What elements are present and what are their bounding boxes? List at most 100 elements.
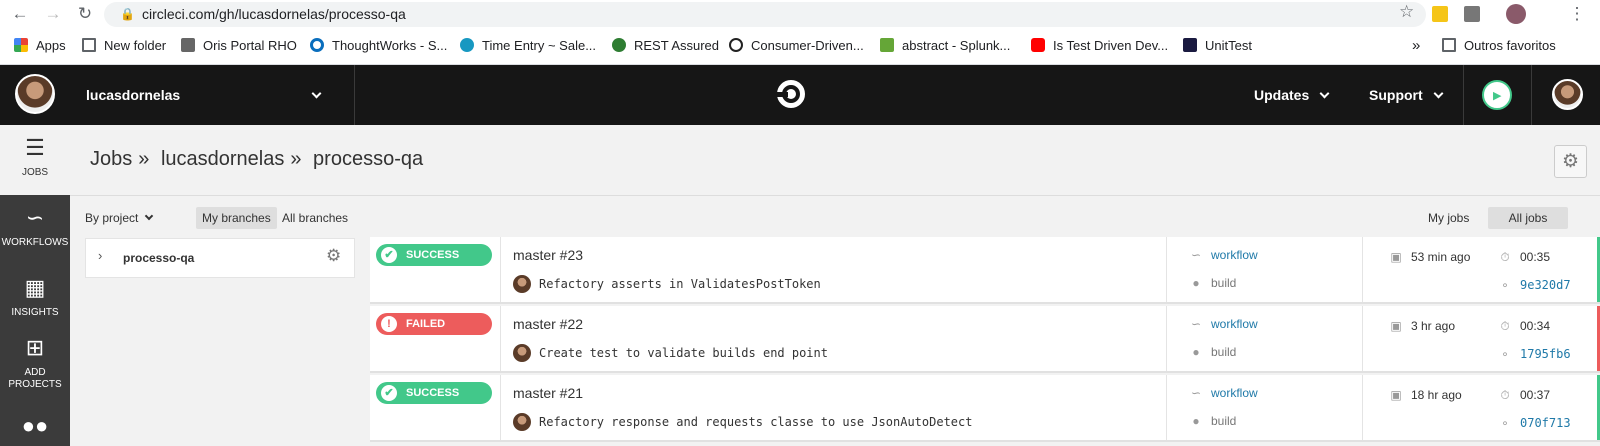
breadcrumb: Jobs» lucasdornelas» processo-qa [90,148,424,170]
bookmark-splunk[interactable]: abstract - Splunk... [880,37,1010,55]
calendar-icon: ▣ [1390,250,1402,264]
commit-hash-link[interactable]: ∘ 9e320d7 [1498,278,1570,292]
chevron-down-icon [1433,88,1444,99]
bookmark-apps[interactable]: Apps [14,37,66,55]
project-gear-icon[interactable]: ⚙ [326,246,341,266]
build-status-icon[interactable]: ▶ [1482,80,1512,110]
salesforce-icon [460,38,474,52]
alert-icon: ! [381,316,397,332]
divider [354,65,355,125]
qr-extension-icon[interactable] [1464,6,1480,22]
breadcrumb-org[interactable]: lucasdornelas [161,148,284,170]
chevron-down-icon [1319,88,1330,99]
user-avatar[interactable] [1552,79,1583,110]
add-projects-icon: ⊞ [25,335,45,360]
breadcrumb-project[interactable]: processo-qa [313,148,423,170]
status-badge[interactable]: ✔ SUCCESS [376,382,492,404]
org-avatar[interactable] [15,74,55,114]
job-title[interactable]: master #23 [513,247,583,263]
updates-menu[interactable]: Updates [1254,65,1330,125]
divider [70,195,1600,196]
bookmark-rest-assured[interactable]: REST Assured [612,37,719,55]
status-badge[interactable]: ! FAILED [376,313,492,335]
project-settings-gear-icon[interactable]: ⚙ [1554,145,1587,178]
job-duration: ⏱ 00:37 [1498,388,1550,403]
folder-icon [82,38,96,52]
project-list-item[interactable]: › processo-qa ⚙ [85,238,355,278]
org-switcher[interactable]: lucasdornelas [86,65,180,125]
workflow-icon: ∽ [1190,317,1202,331]
sidebar-item-workflows[interactable]: ∽ WORKFLOWS [0,207,70,249]
splunk-icon [880,38,894,52]
lock-icon: 🔒 [120,7,135,21]
my-branches-toggle[interactable]: My branches [196,207,277,229]
job-dot-icon: ● [1192,414,1200,428]
job-name: ● build [1189,345,1236,359]
workflow-icon: ∽ [1190,386,1202,400]
job-row[interactable]: ✔ SUCCESS master #21 Refactory response a… [370,375,1600,442]
sidebar: ☰ JOBS ∽ WORKFLOWS ▦ INSIGHTS ⊞ ADD PROJ… [0,125,70,446]
calendar-icon: ▣ [1390,319,1402,333]
commit-icon: ∘ [1501,347,1509,361]
divider [1531,65,1532,125]
bookmark-time-entry[interactable]: Time Entry ~ Sale... [460,37,596,55]
chevron-down-icon [145,211,154,221]
bookmarks-overflow[interactable]: » [1412,37,1420,55]
profile-avatar[interactable] [1506,4,1526,24]
job-title[interactable]: master #21 [513,385,583,401]
support-menu[interactable]: Support [1369,65,1444,125]
url-bar[interactable]: 🔒 circleci.com/gh/lucasdornelas/processo… [104,2,1426,27]
bookmark-tdd[interactable]: Is Test Driven Dev... [1031,37,1168,55]
bookmarks-bar: Apps New folder Oris Portal RHO ThoughtW… [0,28,1600,65]
forward-icon[interactable]: → [42,3,64,25]
bookmark-unittest[interactable]: UnitTest [1183,37,1252,55]
job-duration: ⏱ 00:35 [1498,250,1550,265]
my-jobs-toggle[interactable]: My jobs [1422,207,1475,229]
commit-message: Refactory response and requests classe t… [513,413,972,431]
commit-hash-link[interactable]: ∘ 1795fb6 [1498,347,1570,361]
bookmark-star-icon[interactable]: ☆ [1399,2,1414,22]
calendar-icon: ▣ [1390,388,1402,402]
bookmark-oris[interactable]: Oris Portal RHO [181,37,297,55]
author-avatar [513,344,531,362]
sidebar-item-insights[interactable]: ▦ INSIGHTS [0,277,70,319]
job-row[interactable]: ! FAILED master #22 Create test to valida… [370,306,1600,373]
chevron-right-icon[interactable]: › [98,248,102,263]
commit-hash-link[interactable]: ∘ 070f713 [1498,416,1570,430]
bookmark-other-favorites[interactable]: Outros favoritos [1442,37,1556,55]
browser-toolbar: ← → ↻ 🔒 circleci.com/gh/lucasdornelas/pr… [0,0,1600,28]
org-dropdown-chevron-icon[interactable] [311,65,333,125]
bookmark-new-folder[interactable]: New folder [82,37,166,55]
folder-icon [1442,38,1456,52]
workflow-link[interactable]: ∽ workflow [1189,317,1258,331]
job-row[interactable]: ✔ SUCCESS master #23 Refactory asserts in… [370,237,1600,304]
workflow-icon: ∽ [1190,248,1202,262]
sidebar-item-add-projects[interactable]: ⊞ ADD PROJECTS [0,337,70,391]
by-project-dropdown[interactable]: By project [79,207,158,229]
author-avatar [513,413,531,431]
job-title[interactable]: master #22 [513,316,583,332]
all-jobs-toggle[interactable]: All jobs [1488,207,1568,229]
sidebar-item-jobs[interactable]: ☰ JOBS [0,125,70,195]
app-header: lucasdornelas Updates Support ▶ [0,65,1600,125]
bookmark-thoughtworks[interactable]: ThoughtWorks - S... [310,37,447,55]
workflows-icon: ∽ [25,205,45,230]
divider [1463,65,1464,125]
circleci-logo[interactable] [776,80,805,108]
workflow-link[interactable]: ∽ workflow [1189,248,1258,262]
status-badge[interactable]: ✔ SUCCESS [376,244,492,266]
breadcrumb-jobs[interactable]: Jobs [90,148,132,170]
bookmark-consumer-driven[interactable]: Consumer-Driven... [729,37,864,55]
project-name[interactable]: processo-qa [123,251,194,265]
menu-icon[interactable]: ⋮ [1566,3,1588,25]
reload-icon[interactable]: ↻ [74,3,96,25]
rest-assured-icon [612,38,626,52]
job-name: ● build [1189,414,1236,428]
commit-icon: ∘ [1501,416,1509,430]
insights-icon: ▦ [24,275,46,300]
all-branches-toggle[interactable]: All branches [276,207,354,229]
back-icon[interactable]: ← [9,3,31,25]
extension-icon[interactable] [1432,6,1448,22]
team-icon[interactable]: ●● [0,415,70,445]
workflow-link[interactable]: ∽ workflow [1189,386,1258,400]
